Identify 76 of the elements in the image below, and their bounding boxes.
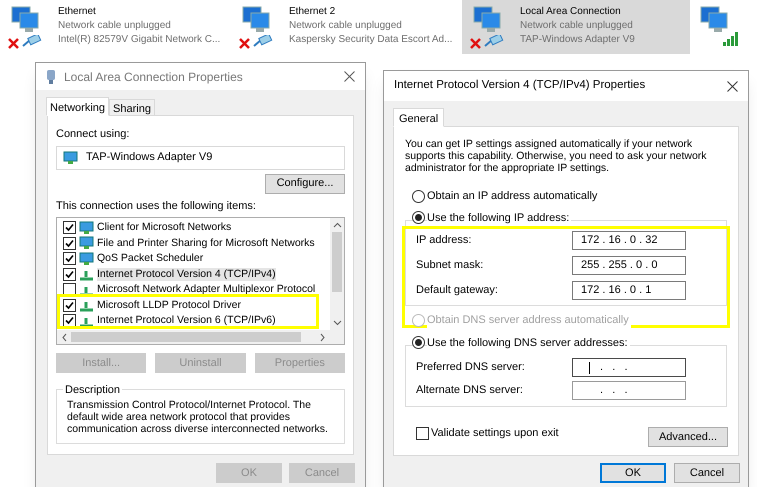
list-item[interactable]: Microsoft LLDP Protocol Driver (97, 298, 241, 312)
list-item[interactable]: QoS Packet Scheduler (97, 252, 204, 266)
list-item[interactable]: Internet Protocol Version 4 (TCP/IPv4) (97, 268, 276, 281)
checkbox[interactable] (63, 268, 76, 281)
field-label: Subnet mask: (416, 258, 484, 274)
dialog-title: Local Area Connection Properties (64, 68, 243, 86)
radio-label[interactable]: Obtain an IP address automatically (427, 188, 600, 204)
adapter-status: Network cable unplugged (58, 19, 172, 33)
adapter-status: Network cable unplugged (520, 19, 634, 33)
ip-address-field[interactable]: 172 . 16 . 0 . 1 (572, 281, 686, 300)
ip-address-field[interactable]: . . . (572, 381, 686, 400)
list-item[interactable]: Microsoft Network Adapter Multiplexor Protocol (97, 283, 316, 296)
checkbox-label[interactable]: Validate settings upon exit (431, 424, 559, 442)
list-item[interactable]: File and Printer Sharing for Microsoft Networks (97, 236, 315, 250)
network-computer-icon (79, 220, 94, 235)
radio-button[interactable] (412, 211, 425, 224)
network-cable-icon (22, 35, 42, 47)
scroll-right-icon[interactable] (318, 332, 326, 342)
adapter-device: Kaspersky Security Data Escort Ad... (289, 33, 452, 47)
close-icon[interactable] (344, 71, 355, 82)
adapter-status: Network cable unplugged (289, 19, 403, 33)
adapter-name: Ethernet 2 (289, 5, 336, 19)
field-label: IP address: (416, 233, 472, 248)
vertical-scrollbar[interactable] (330, 218, 344, 330)
tab[interactable]: Networking (46, 97, 110, 116)
horizontal-scrollbar[interactable] (57, 330, 344, 344)
adapter-device: Intel(R) 82579V Gigabit Network C... (58, 33, 220, 47)
error-icon (239, 38, 250, 49)
radio-button[interactable] (412, 336, 425, 350)
adapter-item[interactable]: Ethernet Network cable unplugged Intel(R) 82579V Gigabit Network C... (0, 0, 228, 54)
items-label: This connection uses the following items: (56, 198, 257, 214)
tab[interactable]: Sharing (109, 99, 155, 116)
connect-using-label: Connect using: (56, 127, 130, 142)
checkbox[interactable] (63, 314, 76, 328)
network-computer-icon (79, 252, 94, 266)
close-icon[interactable] (727, 80, 738, 92)
network-cable-icon (484, 35, 504, 47)
field-label: Preferred DNS server: (416, 360, 525, 376)
signal-bars-icon (723, 32, 739, 46)
list-item[interactable]: Internet Protocol Version 6 (TCP/IPv6) (97, 314, 276, 328)
checkbox[interactable] (416, 426, 429, 440)
adapter-device: TAP-Windows Adapter V9 (520, 33, 635, 47)
adapter-name: Local Area Connection (520, 5, 622, 19)
description-text: Transmission Control Protocol/Internet Protocol. The default wide area network protocol that provides communication across diverse interconnected networks. (67, 399, 329, 435)
ip-address-field[interactable]: . . . (572, 358, 686, 377)
group-title: Description (63, 382, 122, 398)
scroll-left-icon[interactable] (61, 332, 69, 342)
configure-button[interactable]: Configure... (265, 174, 345, 194)
dialog-title: Internet Protocol Version 4 (TCP/IPv4) Properties (394, 78, 646, 94)
adapter-name-text: TAP-Windows Adapter V9 (86, 150, 212, 166)
checkbox[interactable] (63, 252, 76, 266)
checkbox[interactable] (63, 221, 76, 234)
error-icon (8, 38, 19, 49)
adapter-item[interactable]: Local Area Connection Network cable unplugged TAP-Windows Adapter V9 (462, 0, 690, 54)
adapter-name: Ethernet (58, 5, 97, 19)
advanced-button[interactable]: Advanced... (648, 427, 728, 447)
scrollbar-thumb[interactable] (332, 232, 342, 292)
radio-button[interactable] (412, 190, 425, 203)
adapter-item[interactable]: Ethernet 2 Network cable unplugged Kaspersky Security Data Escort Ad... (231, 0, 459, 54)
ip-address-field[interactable]: 255 . 255 . 0 . 0 (572, 256, 686, 275)
scrollbar-thumb[interactable] (71, 332, 301, 342)
field-label: Alternate DNS server: (416, 383, 523, 398)
checkbox[interactable] (63, 236, 76, 250)
intro-text: You can get IP settings assigned automatically if your network supports this capability. Otherwise, you need to ask your network administrator for the appropriate IP settings. (405, 138, 708, 174)
dialog-button[interactable]: Cancel (674, 463, 740, 483)
error-icon (470, 38, 481, 49)
list-item[interactable]: Client for Microsoft Networks (97, 221, 232, 234)
ip-address-field[interactable]: 172 . 16 . 0 . 32 (572, 231, 686, 250)
network-computer-icon (63, 150, 78, 164)
network-computer-icon (79, 236, 94, 250)
dialog-button[interactable]: OK (600, 463, 666, 483)
tab[interactable]: General (393, 108, 444, 127)
network-cable-icon (253, 35, 273, 47)
checkbox[interactable] (63, 298, 76, 312)
field-label: Default gateway: (416, 283, 498, 298)
network-adapter-icon (46, 68, 56, 84)
